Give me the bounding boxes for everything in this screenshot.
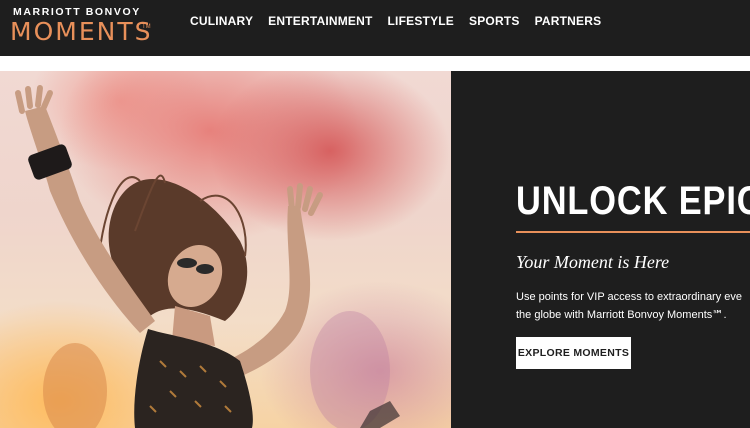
background-figure-left bbox=[43, 343, 107, 428]
hero-description-line-2: the globe with Marriott Bonvoy Moments℠. bbox=[516, 309, 727, 321]
main-nav: CULINARY ENTERTAINMENT LIFESTYLE SPORTS … bbox=[190, 14, 601, 28]
header-spacer bbox=[0, 56, 750, 71]
hero-description-line-1: Use points for VIP access to extraordina… bbox=[516, 291, 743, 303]
nav-item-entertainment[interactable]: ENTERTAINMENT bbox=[268, 14, 372, 28]
hero-photo-illustration bbox=[15, 85, 400, 428]
patterned-top bbox=[134, 329, 253, 428]
left-hand bbox=[15, 85, 53, 114]
nav-item-partners[interactable]: PARTNERS bbox=[535, 14, 602, 28]
marriott-bonvoy-moments-logo[interactable]: MARRIOTT BONVOY MOMENTS bbox=[10, 6, 152, 46]
nav-item-lifestyle[interactable]: LIFESTYLE bbox=[388, 14, 454, 28]
top-navigation-bar: MARRIOTT BONVOY MOMENTS TM CULINARY ENTE… bbox=[0, 0, 750, 56]
nav-item-culinary[interactable]: CULINARY bbox=[190, 14, 253, 28]
logo-trademark: TM bbox=[142, 24, 151, 30]
hero-subhead: Your Moment is Here bbox=[516, 252, 670, 272]
accent-divider bbox=[516, 231, 750, 233]
explore-moments-button[interactable]: EXPLORE MOMENTS bbox=[516, 337, 631, 369]
nav-item-sports[interactable]: SPORTS bbox=[469, 14, 520, 28]
hero-photo-dancing-woman bbox=[0, 71, 451, 428]
right-hand bbox=[287, 183, 323, 216]
logo-wordmark: MOMENTS bbox=[10, 17, 153, 46]
hero-headline: UNLOCK EPIC bbox=[516, 179, 750, 223]
hero-description: Use points for VIP access to extraordina… bbox=[516, 288, 750, 324]
hero-text-panel: UNLOCK EPIC Your Moment is Here Use poin… bbox=[451, 71, 750, 428]
sunglasses-lens-left bbox=[177, 258, 197, 268]
sunglasses-lens-right bbox=[196, 264, 214, 274]
